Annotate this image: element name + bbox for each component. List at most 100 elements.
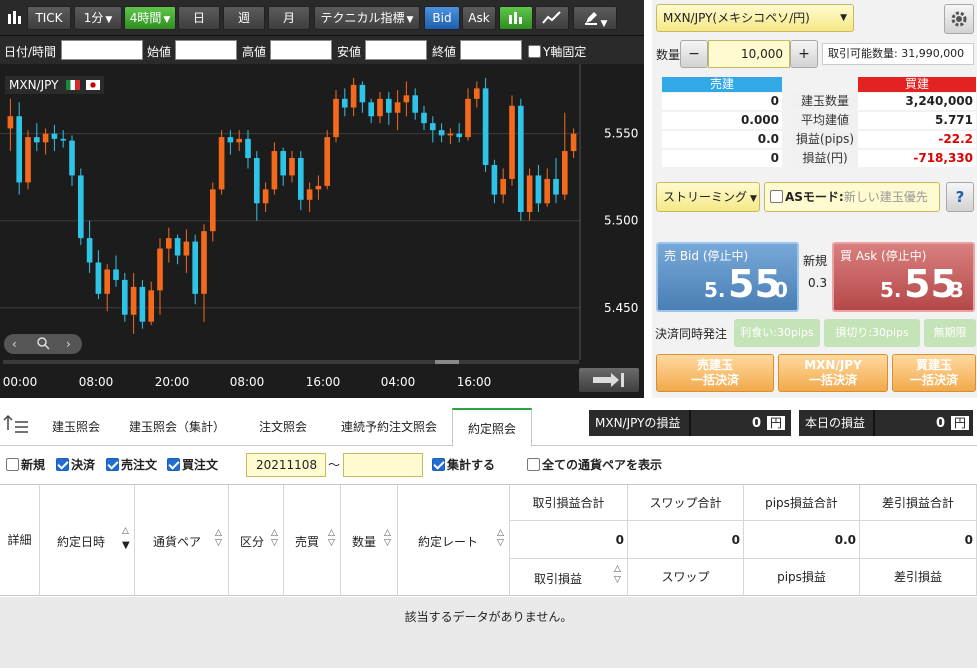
qty-input[interactable]: 10,000: [708, 40, 790, 68]
date-to-input[interactable]: [343, 453, 423, 477]
tab-continuous-orders[interactable]: 連続予約注文照会: [330, 408, 448, 446]
filter-settle[interactable]: 決済: [56, 456, 95, 474]
candle-body: [403, 95, 410, 103]
filter-new[interactable]: 新規: [6, 456, 45, 474]
candle-body: [535, 175, 542, 204]
candle-body: [192, 241, 199, 294]
filter-buy-order[interactable]: 買注文: [167, 456, 218, 474]
technical-select[interactable]: テクニカル指標 ▼: [314, 6, 420, 30]
col-type[interactable]: 区分 △ ▽: [229, 485, 284, 596]
sell-header: 売建: [662, 77, 782, 92]
buy-position-close-button[interactable]: 買建玉 一括決済: [892, 354, 976, 392]
chart-scrollbar[interactable]: [3, 360, 579, 364]
x-tick-label: 08:00: [230, 375, 265, 389]
streaming-select[interactable]: ストリーミング ▼: [656, 182, 760, 212]
candle-body: [104, 269, 111, 294]
chevron-right-icon[interactable]: ›: [66, 334, 71, 354]
sort-down-icon[interactable]: ▽: [497, 539, 504, 548]
filter-settle-checkbox[interactable]: [56, 458, 69, 471]
candlestick-plot[interactable]: 5.550 5.500 5.450 00:00 08:00 20:00 08:00 16:00…: [0, 64, 644, 398]
tab-executions[interactable]: 約定照会: [452, 408, 532, 447]
candle-body: [473, 88, 480, 99]
filter-buy-checkbox[interactable]: [167, 458, 180, 471]
qty-increment-button[interactable]: +: [790, 40, 818, 68]
all-pairs-checkbox[interactable]: [527, 458, 540, 471]
sort-down-icon[interactable]: ▼: [122, 541, 130, 551]
candle-body: [570, 133, 577, 152]
tab-positions-summary[interactable]: 建玉照会（集計）: [118, 408, 236, 446]
sort-down-icon[interactable]: ▽: [271, 539, 278, 548]
today-pnl-label: 本日の損益: [799, 410, 873, 436]
filter-all-pairs[interactable]: 全ての通貨ペアを表示: [527, 456, 662, 474]
draw-tool-select[interactable]: ▼: [573, 6, 617, 30]
day-button[interactable]: 日: [178, 6, 220, 30]
week-button[interactable]: 週: [223, 6, 265, 30]
line-chart-button[interactable]: [535, 6, 569, 30]
ask-price-box[interactable]: 買 Ask (停止中) 5. 55 3: [832, 242, 975, 312]
take-profit-button[interactable]: 利食い:30pips: [734, 319, 820, 347]
sort-down-icon[interactable]: ▽: [215, 539, 222, 548]
col-pair[interactable]: 通貨ペア △ ▽: [135, 485, 229, 596]
sort-up-icon[interactable]: △: [328, 529, 335, 538]
yfix-checkbox[interactable]: Y軸固定: [528, 43, 586, 60]
filter-new-checkbox[interactable]: [6, 458, 19, 471]
pair-select[interactable]: MXN/JPY(メキシコペソ/円) ▼: [656, 4, 854, 32]
settings-button[interactable]: [944, 4, 974, 34]
as-mode-checkbox[interactable]: [770, 190, 783, 203]
pair-close-button[interactable]: MXN/JPY 一括決済: [778, 354, 888, 392]
ask-button[interactable]: Ask: [462, 6, 496, 30]
expiry-button[interactable]: 無期限: [924, 319, 976, 347]
interval-select[interactable]: 1分 ▼: [74, 6, 122, 30]
col-trade-pnl[interactable]: 取引損益 △ ▽: [510, 559, 628, 596]
chevron-left-icon[interactable]: ‹: [12, 334, 17, 354]
candle-chart-button[interactable]: [499, 6, 533, 30]
position-row: 0 損益(円) -718,330: [662, 150, 976, 168]
yfix-checkbox-box[interactable]: [528, 45, 541, 58]
qty-label: 数量: [656, 48, 681, 62]
sort-up-icon[interactable]: △: [271, 529, 278, 538]
aggregate-checkbox[interactable]: [432, 458, 445, 471]
bid-price-box[interactable]: 売 Bid (停止中) 5. 55 0: [656, 242, 799, 312]
sort-up-icon[interactable]: △: [215, 529, 222, 538]
tick-button[interactable]: TICK: [27, 6, 71, 30]
zoom-icon[interactable]: [36, 334, 50, 360]
scroll-to-latest-button[interactable]: [579, 368, 639, 392]
pair-close-line2: 一括決済: [808, 373, 857, 387]
filter-sell-checkbox[interactable]: [106, 458, 119, 471]
col-pair-label: 通貨ペア: [153, 535, 202, 549]
tab-positions[interactable]: 建玉照会: [38, 408, 114, 446]
bid-button[interactable]: Bid: [424, 6, 460, 30]
col-side[interactable]: 売買 △ ▽: [284, 485, 341, 596]
sort-up-icon[interactable]: △: [384, 529, 391, 538]
col-exec-time[interactable]: 約定日時 △ ▼: [40, 485, 135, 596]
qty-decrement-button[interactable]: −: [680, 40, 708, 68]
mexico-flag-icon: [66, 80, 81, 90]
tab-orders[interactable]: 注文照会: [240, 408, 326, 446]
scrollbar-thumb[interactable]: [435, 360, 459, 364]
sort-down-icon[interactable]: ▽: [614, 576, 621, 585]
sort-down-icon[interactable]: ▽: [384, 539, 391, 548]
sort-up-icon[interactable]: △: [122, 527, 129, 536]
col-rate[interactable]: 約定レート △ ▽: [398, 485, 510, 596]
filter-aggregate[interactable]: 集計する: [432, 456, 495, 474]
date-from-input[interactable]: 20211108: [246, 453, 326, 477]
stop-loss-button[interactable]: 損切り:30pips: [824, 319, 920, 347]
candle-type-icon[interactable]: [3, 6, 25, 30]
technical-label: テクニカル指標: [320, 11, 405, 25]
position-row: 0.000 平均建値 5.771: [662, 112, 976, 130]
low-field: [365, 40, 427, 60]
month-button[interactable]: 月: [268, 6, 310, 30]
help-button[interactable]: ?: [946, 182, 974, 212]
sell-position-close-button[interactable]: 売建玉 一括決済: [656, 354, 774, 392]
col-qty[interactable]: 数量 △ ▽: [341, 485, 398, 596]
sort-list-icon[interactable]: [2, 414, 30, 439]
filter-sell-order[interactable]: 売注文: [106, 456, 157, 474]
sort-up-icon[interactable]: △: [614, 565, 621, 574]
as-mode-field[interactable]: ASモード:新しい建玉優先: [764, 182, 940, 212]
pair-select-label: MXN/JPY(メキシコペソ/円): [663, 11, 810, 25]
high-label: 高値: [242, 45, 267, 59]
sort-down-icon[interactable]: ▽: [328, 539, 335, 548]
high-field: [270, 40, 332, 60]
timeframe-select[interactable]: 4時間 ▼: [124, 6, 176, 30]
sort-up-icon[interactable]: △: [497, 529, 504, 538]
